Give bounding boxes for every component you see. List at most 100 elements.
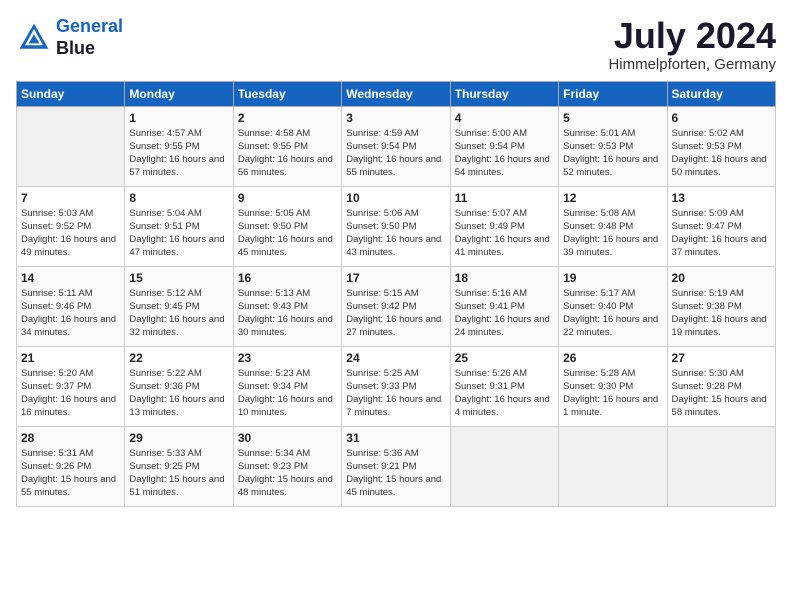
- calendar-cell: 19 Sunrise: 5:17 AM Sunset: 9:40 PM Dayl…: [559, 266, 667, 346]
- day-info: Sunrise: 5:17 AM Sunset: 9:40 PM Dayligh…: [563, 287, 662, 340]
- day-number: 18: [455, 271, 554, 285]
- weekday-header-thursday: Thursday: [450, 81, 558, 106]
- week-row-1: 1 Sunrise: 4:57 AM Sunset: 9:55 PM Dayli…: [17, 106, 776, 186]
- calendar-cell: 31 Sunrise: 5:36 AM Sunset: 9:21 PM Dayl…: [342, 426, 450, 506]
- day-number: 5: [563, 111, 662, 125]
- day-info: Sunrise: 5:23 AM Sunset: 9:34 PM Dayligh…: [238, 367, 337, 420]
- calendar-cell: 10 Sunrise: 5:06 AM Sunset: 9:50 PM Dayl…: [342, 186, 450, 266]
- day-number: 7: [21, 191, 120, 205]
- calendar-cell: [559, 426, 667, 506]
- week-row-2: 7 Sunrise: 5:03 AM Sunset: 9:52 PM Dayli…: [17, 186, 776, 266]
- day-info: Sunrise: 5:34 AM Sunset: 9:23 PM Dayligh…: [238, 447, 337, 500]
- day-number: 21: [21, 351, 120, 365]
- day-number: 19: [563, 271, 662, 285]
- calendar-table: SundayMondayTuesdayWednesdayThursdayFrid…: [16, 81, 776, 507]
- calendar-cell: 8 Sunrise: 5:04 AM Sunset: 9:51 PM Dayli…: [125, 186, 233, 266]
- day-info: Sunrise: 5:03 AM Sunset: 9:52 PM Dayligh…: [21, 207, 120, 260]
- day-number: 10: [346, 191, 445, 205]
- calendar-cell: 14 Sunrise: 5:11 AM Sunset: 9:46 PM Dayl…: [17, 266, 125, 346]
- day-info: Sunrise: 5:15 AM Sunset: 9:42 PM Dayligh…: [346, 287, 445, 340]
- calendar-cell: 25 Sunrise: 5:26 AM Sunset: 9:31 PM Dayl…: [450, 346, 558, 426]
- calendar-cell: 12 Sunrise: 5:08 AM Sunset: 9:48 PM Dayl…: [559, 186, 667, 266]
- day-number: 23: [238, 351, 337, 365]
- day-number: 30: [238, 431, 337, 445]
- logo-text: General Blue: [56, 16, 123, 59]
- weekday-header-friday: Friday: [559, 81, 667, 106]
- weekday-header-sunday: Sunday: [17, 81, 125, 106]
- calendar-cell: 4 Sunrise: 5:00 AM Sunset: 9:54 PM Dayli…: [450, 106, 558, 186]
- weekday-header-tuesday: Tuesday: [233, 81, 341, 106]
- day-info: Sunrise: 5:06 AM Sunset: 9:50 PM Dayligh…: [346, 207, 445, 260]
- week-row-5: 28 Sunrise: 5:31 AM Sunset: 9:26 PM Dayl…: [17, 426, 776, 506]
- calendar-cell: 29 Sunrise: 5:33 AM Sunset: 9:25 PM Dayl…: [125, 426, 233, 506]
- day-info: Sunrise: 5:31 AM Sunset: 9:26 PM Dayligh…: [21, 447, 120, 500]
- calendar-cell: 17 Sunrise: 5:15 AM Sunset: 9:42 PM Dayl…: [342, 266, 450, 346]
- day-number: 11: [455, 191, 554, 205]
- day-info: Sunrise: 4:58 AM Sunset: 9:55 PM Dayligh…: [238, 127, 337, 180]
- week-row-4: 21 Sunrise: 5:20 AM Sunset: 9:37 PM Dayl…: [17, 346, 776, 426]
- day-info: Sunrise: 5:05 AM Sunset: 9:50 PM Dayligh…: [238, 207, 337, 260]
- day-info: Sunrise: 5:33 AM Sunset: 9:25 PM Dayligh…: [129, 447, 228, 500]
- calendar-cell: 22 Sunrise: 5:22 AM Sunset: 9:36 PM Dayl…: [125, 346, 233, 426]
- month-title: July 2024: [608, 16, 776, 56]
- day-number: 13: [672, 191, 771, 205]
- calendar-cell: 5 Sunrise: 5:01 AM Sunset: 9:53 PM Dayli…: [559, 106, 667, 186]
- calendar-cell: [17, 106, 125, 186]
- day-info: Sunrise: 5:08 AM Sunset: 9:48 PM Dayligh…: [563, 207, 662, 260]
- day-number: 20: [672, 271, 771, 285]
- calendar-cell: 30 Sunrise: 5:34 AM Sunset: 9:23 PM Dayl…: [233, 426, 341, 506]
- day-number: 16: [238, 271, 337, 285]
- day-number: 15: [129, 271, 228, 285]
- day-info: Sunrise: 5:22 AM Sunset: 9:36 PM Dayligh…: [129, 367, 228, 420]
- day-number: 24: [346, 351, 445, 365]
- calendar-cell: 26 Sunrise: 5:28 AM Sunset: 9:30 PM Dayl…: [559, 346, 667, 426]
- calendar-cell: 2 Sunrise: 4:58 AM Sunset: 9:55 PM Dayli…: [233, 106, 341, 186]
- day-info: Sunrise: 5:36 AM Sunset: 9:21 PM Dayligh…: [346, 447, 445, 500]
- calendar-cell: 18 Sunrise: 5:16 AM Sunset: 9:41 PM Dayl…: [450, 266, 558, 346]
- day-number: 4: [455, 111, 554, 125]
- day-info: Sunrise: 4:59 AM Sunset: 9:54 PM Dayligh…: [346, 127, 445, 180]
- day-info: Sunrise: 5:13 AM Sunset: 9:43 PM Dayligh…: [238, 287, 337, 340]
- calendar-cell: 28 Sunrise: 5:31 AM Sunset: 9:26 PM Dayl…: [17, 426, 125, 506]
- page-header: General Blue July 2024 Himmelpforten, Ge…: [16, 16, 776, 73]
- day-number: 22: [129, 351, 228, 365]
- day-info: Sunrise: 5:11 AM Sunset: 9:46 PM Dayligh…: [21, 287, 120, 340]
- day-number: 12: [563, 191, 662, 205]
- day-number: 27: [672, 351, 771, 365]
- day-info: Sunrise: 5:25 AM Sunset: 9:33 PM Dayligh…: [346, 367, 445, 420]
- day-info: Sunrise: 5:30 AM Sunset: 9:28 PM Dayligh…: [672, 367, 771, 420]
- weekday-header-monday: Monday: [125, 81, 233, 106]
- logo: General Blue: [16, 16, 123, 59]
- day-info: Sunrise: 5:28 AM Sunset: 9:30 PM Dayligh…: [563, 367, 662, 420]
- day-info: Sunrise: 5:02 AM Sunset: 9:53 PM Dayligh…: [672, 127, 771, 180]
- day-info: Sunrise: 5:19 AM Sunset: 9:38 PM Dayligh…: [672, 287, 771, 340]
- title-block: July 2024 Himmelpforten, Germany: [608, 16, 776, 73]
- calendar-cell: [450, 426, 558, 506]
- weekday-header-row: SundayMondayTuesdayWednesdayThursdayFrid…: [17, 81, 776, 106]
- calendar-cell: 7 Sunrise: 5:03 AM Sunset: 9:52 PM Dayli…: [17, 186, 125, 266]
- day-number: 14: [21, 271, 120, 285]
- day-number: 1: [129, 111, 228, 125]
- day-info: Sunrise: 5:20 AM Sunset: 9:37 PM Dayligh…: [21, 367, 120, 420]
- calendar-cell: 20 Sunrise: 5:19 AM Sunset: 9:38 PM Dayl…: [667, 266, 775, 346]
- day-number: 25: [455, 351, 554, 365]
- day-number: 28: [21, 431, 120, 445]
- day-info: Sunrise: 5:09 AM Sunset: 9:47 PM Dayligh…: [672, 207, 771, 260]
- location: Himmelpforten, Germany: [608, 56, 776, 73]
- calendar-cell: 16 Sunrise: 5:13 AM Sunset: 9:43 PM Dayl…: [233, 266, 341, 346]
- day-number: 8: [129, 191, 228, 205]
- calendar-cell: 23 Sunrise: 5:23 AM Sunset: 9:34 PM Dayl…: [233, 346, 341, 426]
- day-number: 2: [238, 111, 337, 125]
- day-info: Sunrise: 5:07 AM Sunset: 9:49 PM Dayligh…: [455, 207, 554, 260]
- weekday-header-wednesday: Wednesday: [342, 81, 450, 106]
- day-number: 29: [129, 431, 228, 445]
- day-info: Sunrise: 5:12 AM Sunset: 9:45 PM Dayligh…: [129, 287, 228, 340]
- calendar-cell: 13 Sunrise: 5:09 AM Sunset: 9:47 PM Dayl…: [667, 186, 775, 266]
- day-number: 17: [346, 271, 445, 285]
- week-row-3: 14 Sunrise: 5:11 AM Sunset: 9:46 PM Dayl…: [17, 266, 776, 346]
- calendar-cell: [667, 426, 775, 506]
- day-info: Sunrise: 5:26 AM Sunset: 9:31 PM Dayligh…: [455, 367, 554, 420]
- day-number: 26: [563, 351, 662, 365]
- calendar-cell: 3 Sunrise: 4:59 AM Sunset: 9:54 PM Dayli…: [342, 106, 450, 186]
- day-info: Sunrise: 5:00 AM Sunset: 9:54 PM Dayligh…: [455, 127, 554, 180]
